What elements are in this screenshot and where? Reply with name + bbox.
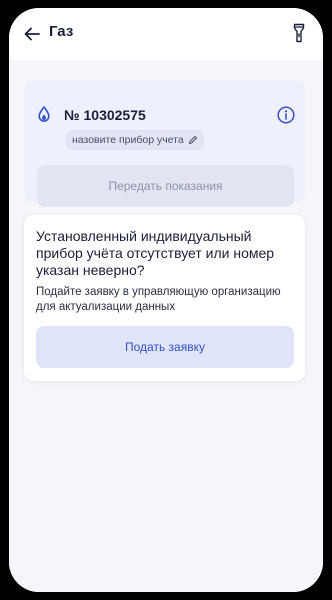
gas-drop-icon <box>38 106 50 122</box>
content-area: № 10302575 назовите прибор учета Передат… <box>9 60 323 592</box>
page-title: Газ <box>49 23 74 40</box>
back-button[interactable] <box>21 24 43 44</box>
pencil-icon <box>188 136 197 144</box>
meter-card: № 10302575 назовите прибор учета Передат… <box>24 80 305 207</box>
meter-name-placeholder: назовите прибор учета <box>72 134 184 146</box>
meter-name-chip[interactable]: назовите прибор учета <box>66 130 204 150</box>
submit-request-button[interactable]: Подать заявку <box>36 326 294 368</box>
notice-title: Установленный индивидуальный прибор учёт… <box>36 228 275 278</box>
meter-number: № 10302575 <box>64 107 146 123</box>
notice-card: Установленный индивидуальный прибор учёт… <box>24 215 305 381</box>
flashlight-icon <box>293 23 305 43</box>
flashlight-button[interactable] <box>291 22 307 44</box>
phone-screen: Газ № 10302575 назовите прибор учета Пер… <box>9 8 323 592</box>
info-icon[interactable] <box>277 106 295 124</box>
notice-text: Подайте заявку в управляющую организацию… <box>36 286 281 313</box>
top-bar: Газ <box>9 8 323 60</box>
back-arrow-icon <box>24 27 40 41</box>
submit-readings-button[interactable]: Передать показания <box>37 165 294 207</box>
